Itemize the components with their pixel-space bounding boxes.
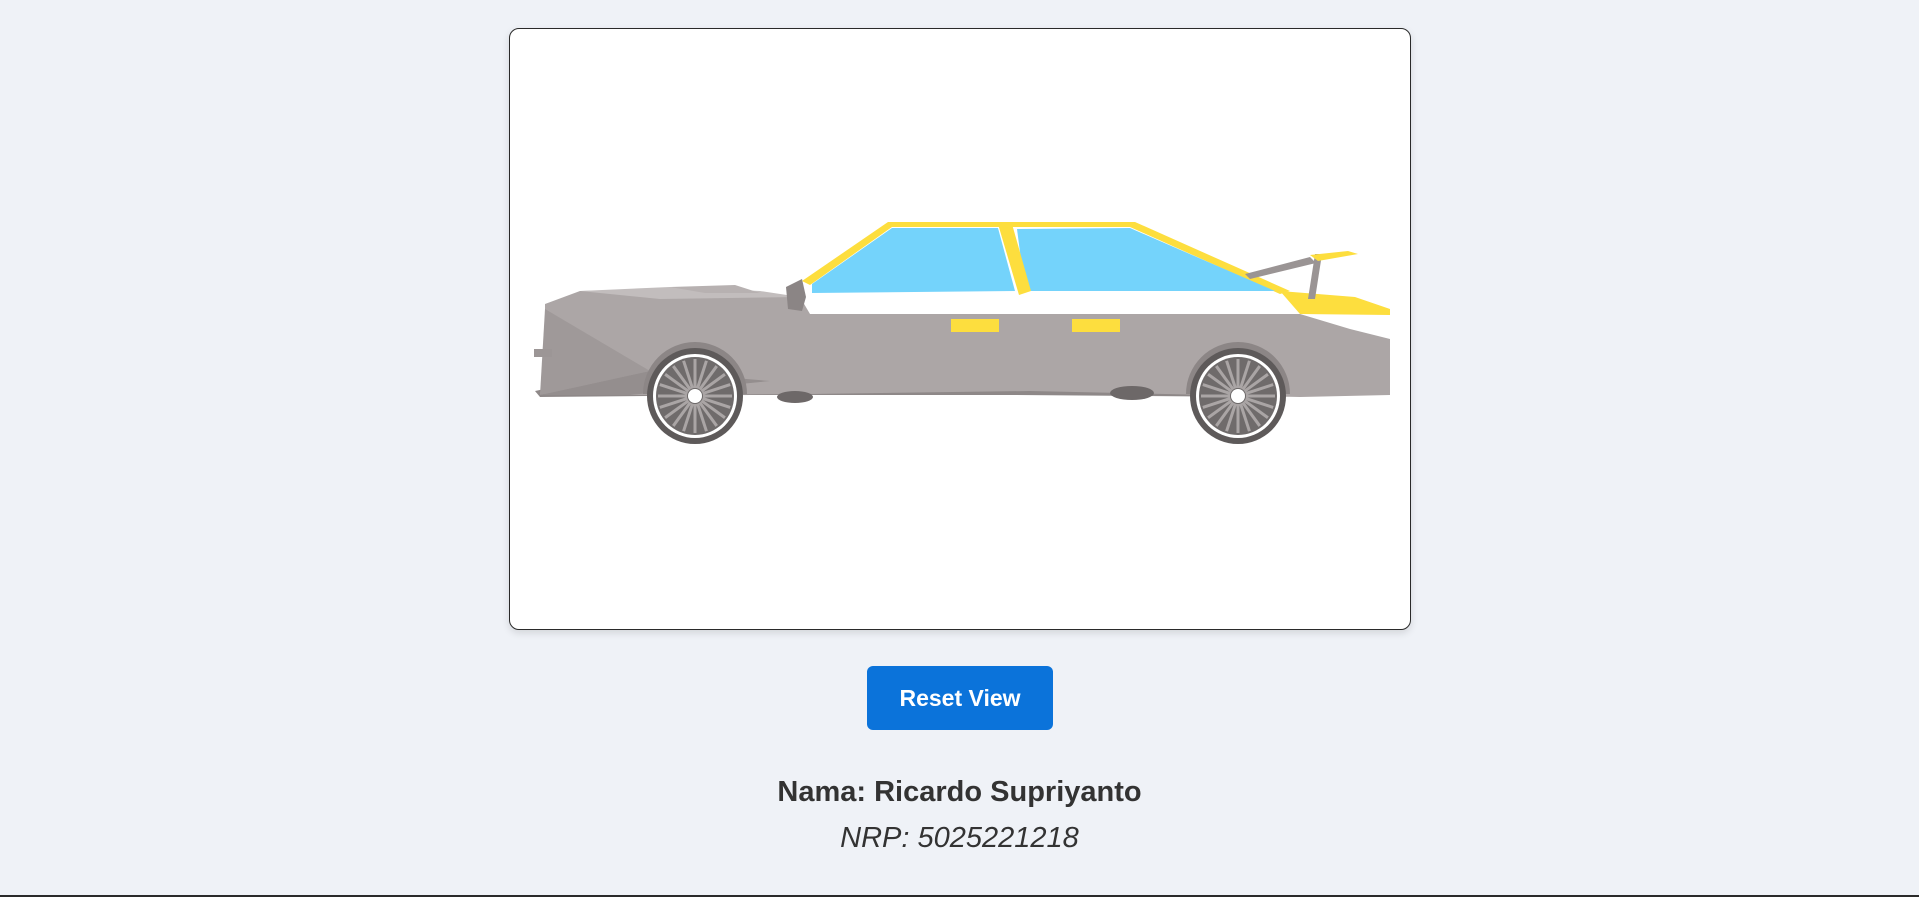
author-name: Nama: Ricardo Supriyanto [0, 776, 1919, 809]
car-far-wheel-rear [1110, 386, 1154, 400]
car-front-wheel [647, 348, 743, 444]
car-rear-wheel [1190, 348, 1286, 444]
car-side-mirror [786, 279, 806, 311]
car-rear-window [1017, 228, 1275, 291]
car-door-handle-front [951, 319, 999, 332]
author-nrp-label: NRP: [840, 822, 910, 854]
author-nrp: NRP: 5025221218 [0, 822, 1919, 855]
author-nrp-value: 5025221218 [917, 822, 1079, 854]
car-spoiler-strut-1 [1245, 257, 1316, 279]
reset-view-button[interactable]: Reset View [867, 666, 1053, 730]
3d-viewer-canvas[interactable] [509, 28, 1411, 630]
car-door-handle-rear [1072, 319, 1120, 332]
car-model [534, 222, 1390, 444]
author-name-label: Nama: [777, 776, 867, 808]
author-name-value: Ricardo Supriyanto [874, 776, 1142, 808]
car-rear-trim [1280, 291, 1390, 315]
car-far-wheel-front [777, 391, 813, 403]
car-spoiler-wing [1310, 251, 1358, 261]
car-bumper-tab [534, 349, 552, 357]
